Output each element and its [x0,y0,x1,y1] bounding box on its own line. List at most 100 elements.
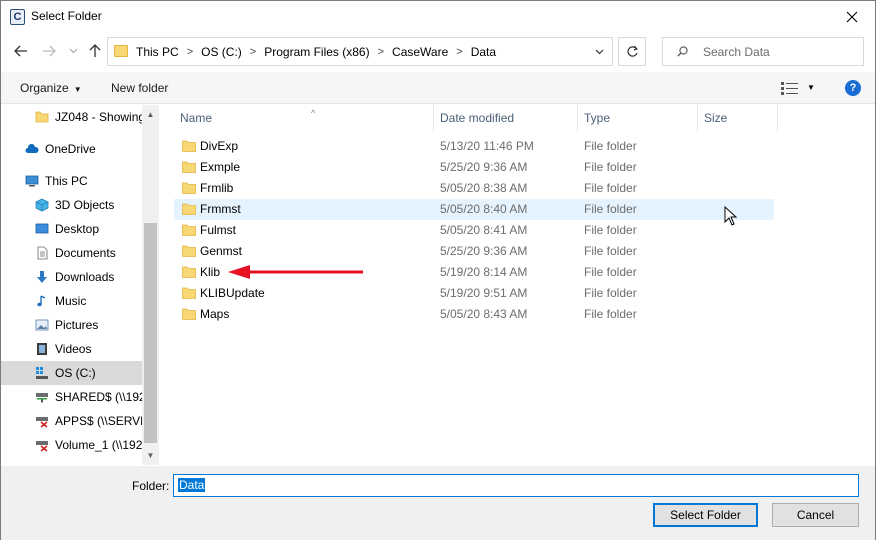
address-bar[interactable]: This PC > OS (C:) > Program Files (x86) … [107,37,613,66]
organize-label: Organize [20,81,69,95]
file-row[interactable]: Maps 5/05/20 8:43 AM File folder [174,304,774,325]
command-toolbar: Organize ▼ New folder ▼ ? [1,72,875,104]
file-row[interactable]: KLIBUpdate 5/19/20 9:51 AM File folder [174,283,774,304]
select-folder-dialog: C Select Folder This PC > OS (C:) > Prog… [0,0,876,540]
cloud-icon [25,143,39,153]
sort-ascending-icon: ^ [311,108,316,118]
breadcrumb-program-files[interactable]: Program Files (x86) [264,45,369,59]
column-header-name[interactable]: Name ^ [174,105,434,131]
sidebar-item-music[interactable]: Music [1,289,142,313]
picture-icon [35,319,49,331]
close-button[interactable] [829,1,875,32]
chevron-up-icon[interactable]: ▲ [142,107,159,123]
sidebar-item-volume-1[interactable]: Volume_1 (\\192 [1,433,142,457]
cancel-button[interactable]: Cancel [772,503,859,527]
folder-icon [182,224,196,236]
refresh-button[interactable] [618,37,646,66]
sidebar-scrollbar[interactable]: ▲ ▼ [142,105,159,465]
file-name: Exmple [200,160,241,174]
sidebar-item-downloads[interactable]: Downloads [1,265,142,289]
column-header-date[interactable]: Date modified [434,105,578,131]
file-row[interactable]: Fulmst 5/05/20 8:41 AM File folder [174,220,774,241]
sidebar-item-label: Pictures [55,318,99,332]
chevron-right-icon[interactable]: > [456,46,462,58]
sidebar-item-label: Music [55,294,87,308]
caret-down-icon: ▼ [73,85,82,94]
sidebar-item-label: JZ048 - Showing [55,110,142,124]
file-date: 5/25/20 9:36 AM [440,160,528,174]
file-type: File folder [584,307,637,321]
caseware-app-icon: C [10,9,25,25]
caret-down-icon[interactable]: ▼ [807,83,815,92]
new-folder-button[interactable]: New folder [111,81,168,95]
file-date: 5/05/20 8:40 AM [440,202,528,216]
sidebar-item-label: OneDrive [45,142,96,156]
sidebar-item-this-pc[interactable]: This PC [1,169,142,193]
sidebar-item-label: 3D Objects [55,198,115,212]
search-box[interactable]: Search Data [662,37,864,66]
sidebar-item-shared[interactable]: SHARED$ (\\192 [1,385,142,409]
column-header-size[interactable]: Size [698,105,778,131]
help-icon[interactable]: ? [845,80,861,96]
sidebar-item-apps[interactable]: APPS$ (\\SERVEF [1,409,142,433]
folder-name-value: Data [178,478,206,492]
folder-icon [182,287,196,299]
search-input[interactable]: Search Data [703,45,770,59]
file-type: File folder [584,244,637,258]
chevron-down-icon[interactable]: ▼ [142,448,159,464]
recent-locations-button[interactable] [63,40,83,62]
sidebar-item-pictures[interactable]: Pictures [1,313,142,337]
file-row[interactable]: Exmple 5/25/20 9:36 AM File folder [174,157,774,178]
navigation-pane: JZ048 - Showing OneDrive This PC 3D Obje… [1,105,159,465]
title-bar: C Select Folder [1,1,875,32]
close-icon [846,11,858,22]
file-row[interactable]: Frmlib 5/05/20 8:38 AM File folder [174,178,774,199]
breadcrumb-data[interactable]: Data [471,45,496,59]
column-header-type[interactable]: Type [578,105,698,131]
arrow-left-icon [14,45,27,57]
select-folder-button[interactable]: Select Folder [653,503,758,527]
document-icon [37,246,48,260]
up-button[interactable] [85,40,105,62]
download-icon [37,271,47,283]
file-row[interactable]: Genmst 5/25/20 9:36 AM File folder [174,241,774,262]
file-date: 5/19/20 8:14 AM [440,265,528,279]
forward-button[interactable] [39,40,59,62]
video-icon [37,343,47,355]
folder-icon [182,266,196,278]
chevron-right-icon[interactable]: > [187,46,193,58]
file-date: 5/05/20 8:41 AM [440,223,528,237]
organize-menu[interactable]: Organize ▼ [20,81,82,95]
column-label: Name [180,111,213,125]
file-name: Frmlib [200,181,234,195]
view-options-icon[interactable] [781,82,799,95]
sidebar-item-onedrive[interactable]: OneDrive [1,137,142,161]
sidebar-item-os-c[interactable]: OS (C:) [1,361,142,385]
file-list: Name ^ Date modified Type Size DivExp 5/… [160,105,875,465]
sidebar-item-label: Downloads [55,270,115,284]
sidebar-item-videos[interactable]: Videos [1,337,142,361]
breadcrumb-this-pc[interactable]: This PC [136,45,179,59]
sidebar-item-3d-objects[interactable]: 3D Objects [1,193,142,217]
file-name: Maps [200,307,230,321]
breadcrumb: This PC > OS (C:) > Program Files (x86) … [136,38,496,65]
sidebar-item-desktop[interactable]: Desktop [1,217,142,241]
sidebar-item-documents[interactable]: Documents [1,241,142,265]
scrollbar-thumb[interactable] [144,223,157,443]
chevron-right-icon[interactable]: > [250,46,256,58]
breadcrumb-caseware[interactable]: CaseWare [392,45,448,59]
address-dropdown-button[interactable] [586,38,612,65]
folder-icon [182,245,196,257]
file-name: Fulmst [200,223,236,237]
back-button[interactable] [11,40,31,62]
file-row[interactable]: DivExp 5/13/20 11:46 PM File folder [174,136,774,157]
sidebar-item-jz048[interactable]: JZ048 - Showing [1,105,142,129]
network-drive-icon [36,393,48,403]
sidebar-item-label: Documents [55,246,116,260]
file-date: 5/13/20 11:46 PM [440,139,534,153]
breadcrumb-os-c[interactable]: OS (C:) [201,45,242,59]
folder-icon [182,161,196,173]
chevron-right-icon[interactable]: > [378,46,384,58]
file-row[interactable]: Frmmst 5/05/20 8:40 AM File folder [174,199,774,220]
folder-name-input[interactable]: Data [173,474,859,497]
